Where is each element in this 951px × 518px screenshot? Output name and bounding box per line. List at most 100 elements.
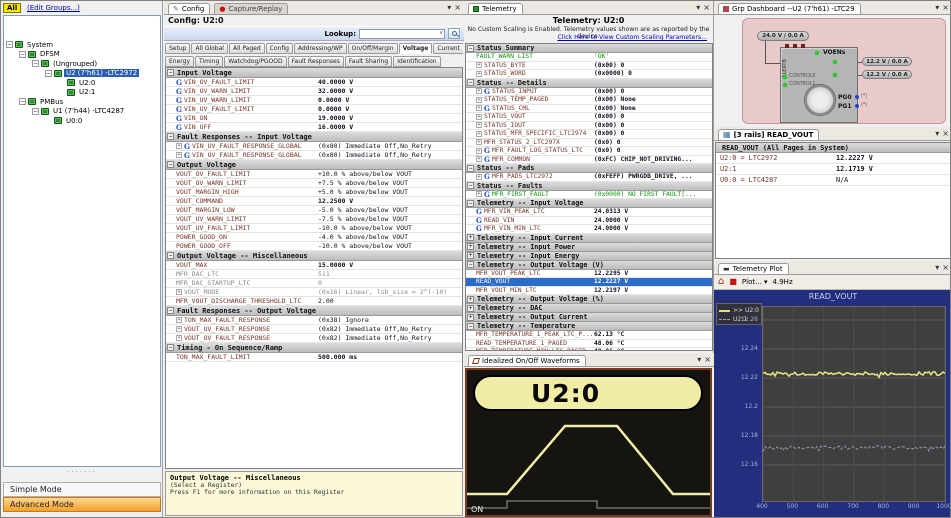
config-tab-all-global[interactable]: All Global — [191, 43, 228, 54]
tree-item[interactable]: −U2 (7'h61) -LTC2972 — [4, 69, 160, 79]
register-row[interactable]: +STATUS_MFR_SPECIFIC_LTC2974(0x00) 0 — [466, 130, 712, 139]
register-section-header[interactable]: +Telemetry -- Input Power — [466, 243, 712, 252]
section-expand-icon[interactable]: − — [467, 45, 474, 52]
simple-mode-button[interactable]: Simple Mode — [3, 482, 161, 497]
register-row[interactable]: +GSTATUS_CML(0x00) None — [466, 105, 712, 114]
register-section-header[interactable]: +Telemetry -- Output Voltage (%) — [466, 295, 712, 304]
register-row[interactable]: FAULT_WARN_LIST'OK' — [466, 53, 712, 62]
tree-item[interactable]: −(Ungrouped) — [4, 59, 160, 69]
tree-item[interactable]: U2:0 — [4, 78, 160, 88]
config-tab-current[interactable]: Current — [433, 43, 463, 54]
section-expand-icon[interactable]: + — [467, 252, 474, 259]
pin-menu-icon[interactable]: ▾ — [935, 264, 939, 272]
section-expand-icon[interactable]: − — [467, 79, 474, 86]
register-row[interactable]: VOUT_MARGIN_HIGH+5.0 % above/below VOUT — [166, 188, 462, 197]
register-row[interactable]: VOUT_OV_WARN_LIMIT+7.5 % above/below VOU… — [166, 179, 462, 188]
custom-scaling-link[interactable]: Click Here to View Custom Scaling Parame… — [557, 34, 707, 41]
register-row[interactable]: MFR_TEMPERATURE_MIN_LTC_PAGED48.06 °C — [466, 348, 712, 351]
tab-waveforms[interactable]: Idealized On/Off Waveforms — [468, 355, 586, 366]
section-expand-icon[interactable]: + — [467, 305, 474, 312]
section-expand-icon[interactable]: + — [467, 243, 474, 250]
config-tab-watchdog-pgood[interactable]: Watchdog/PGOOD — [224, 56, 286, 67]
register-section-header[interactable]: −Status Summary — [466, 44, 712, 53]
section-expand-icon[interactable]: − — [167, 344, 174, 351]
advanced-mode-button[interactable]: Advanced Mode — [3, 497, 161, 512]
register-row[interactable]: VOUT_OV_FAULT_LIMIT+10.0 % above/below V… — [166, 170, 462, 179]
close-icon[interactable]: × — [942, 264, 949, 272]
register-row[interactable]: VOUT_UV_FAULT_LIMIT-10.0 % above/below V… — [166, 224, 462, 233]
close-icon[interactable]: × — [942, 130, 949, 138]
config-tab-on-off-margin[interactable]: On/Off/Margin — [348, 43, 398, 54]
register-row[interactable]: VOUT_UV_WARN_LIMIT-7.5 % above/below VOU… — [166, 215, 462, 224]
lookup-input[interactable] — [359, 29, 445, 39]
section-expand-icon[interactable]: − — [167, 69, 174, 76]
tree-item[interactable]: U2:1 — [4, 88, 160, 98]
section-expand-icon[interactable]: − — [467, 182, 474, 189]
tab-telemetry-plot[interactable]: ▬ Telemetry Plot — [718, 263, 789, 274]
register-row[interactable]: +GMFR_PADS_LTC2972(0xFEFF) PWRGDB_DRIVE,… — [466, 173, 712, 182]
register-row[interactable]: +GMFR_COMMON(0xFC) CHIP_NOT_DRIVING... — [466, 156, 712, 165]
tab-dashboard[interactable]: Grp Dashboard --U2 (7'h61) -LTC29 — [718, 3, 861, 14]
edit-groups-link[interactable]: (Edit Groups...) — [27, 4, 80, 12]
register-section-header[interactable]: +Telemetry -- DAC — [466, 304, 712, 313]
row-expand-icon[interactable]: + — [476, 62, 482, 68]
register-row[interactable]: +STATUS_WORD(0x0000) 0 — [466, 70, 712, 79]
register-section-header[interactable]: −Fault Responses -- Output Voltage — [166, 306, 462, 316]
register-row[interactable]: +STATUS_VOUT(0x00) 0 — [466, 113, 712, 122]
register-row[interactable]: GVIN_UV_FAULT_LIMIT0.0000 V — [166, 105, 462, 114]
pin-menu-icon[interactable]: ▾ — [935, 130, 939, 138]
tree-item[interactable]: U0:0 — [4, 116, 160, 126]
register-row[interactable]: MFR_VOUT_DISCHARGE_THRESHOLD_LTC2.00 — [166, 297, 462, 306]
row-expand-icon[interactable]: + — [476, 139, 482, 145]
all-groups-badge[interactable]: All — [3, 3, 21, 13]
config-tab-addressing-wp[interactable]: Addressing/WP — [294, 43, 347, 54]
pin-menu-icon[interactable]: ▾ — [696, 4, 700, 12]
row-expand-icon[interactable]: + — [476, 105, 482, 111]
tree-expand-icon[interactable]: − — [19, 51, 26, 58]
tab-read-vout[interactable]: ▦ [3 rails] READ_VOUT — [718, 129, 819, 140]
row-expand-icon[interactable]: + — [476, 191, 482, 197]
section-expand-icon[interactable]: − — [467, 165, 474, 172]
register-section-header[interactable]: +Telemetry -- Input Current — [466, 234, 712, 243]
section-expand-icon[interactable]: − — [467, 200, 474, 207]
register-section-header[interactable]: −Timing - On Sequence/Ramp — [166, 343, 462, 353]
section-expand-icon[interactable]: − — [167, 133, 174, 140]
register-row[interactable]: READ_TEMPERATURE_1_PAGED48.06 °C — [466, 340, 712, 349]
section-expand-icon[interactable]: + — [467, 314, 474, 321]
register-section-header[interactable]: +Telemetry -- Output Current — [466, 313, 712, 322]
row-expand-icon[interactable]: + — [476, 131, 482, 137]
row-expand-icon[interactable]: + — [476, 156, 482, 162]
register-row[interactable]: +STATUS_IOUT(0x00) 0 — [466, 122, 712, 131]
register-row[interactable]: VOUT_MAX15.0000 V — [166, 261, 462, 270]
row-expand-icon[interactable]: + — [176, 152, 182, 158]
config-tab-voltage[interactable]: Voltage — [399, 43, 433, 54]
register-row[interactable]: POWER_GOOD_ON-4.0 % above/below VOUT — [166, 233, 462, 242]
row-expand-icon[interactable]: + — [476, 122, 482, 128]
register-row[interactable]: MFR_VOUT_MIN_LTC12.2197 V — [466, 287, 712, 296]
pin-menu-icon[interactable]: ▾ — [935, 4, 939, 12]
section-expand-icon[interactable]: − — [467, 261, 474, 268]
register-row[interactable]: POWER_GOOD_OFF-10.0 % above/below VOUT — [166, 242, 462, 251]
section-expand-icon[interactable]: − — [167, 252, 174, 259]
tab-config[interactable]: ✎ Config — [168, 3, 210, 14]
register-row[interactable]: +VOUT_OV_FAULT_RESPONSE(0x82) Immediate … — [166, 334, 462, 343]
close-icon[interactable]: × — [942, 4, 949, 12]
register-row[interactable]: READ_VOUT12.2227 V — [466, 278, 712, 287]
config-tab-all-paged[interactable]: All Paged — [229, 43, 265, 54]
row-expand-icon[interactable]: + — [176, 289, 182, 295]
config-tab-fault-responses[interactable]: Fault Responses — [288, 56, 344, 67]
register-row[interactable]: GMFR_VIN_MIN_LTC24.0000 V — [466, 225, 712, 234]
section-expand-icon[interactable]: − — [167, 307, 174, 314]
register-row[interactable]: MFR_DAC_LTC511 — [166, 270, 462, 279]
tree-item[interactable]: −PMBus — [4, 97, 160, 107]
register-row[interactable]: MFR_VOUT_PEAK_LTC12.2295 V — [466, 270, 712, 279]
close-icon[interactable]: × — [454, 4, 461, 12]
row-expand-icon[interactable]: + — [176, 317, 182, 323]
register-row[interactable]: +VOUT_UV_FAULT_RESPONSE(0x82) Immediate … — [166, 325, 462, 334]
config-tab-identification[interactable]: Identification — [393, 56, 440, 67]
register-row[interactable]: +VOUT_MODE(0x16) Linear, lsb_size = 2^(-… — [166, 288, 462, 297]
section-expand-icon[interactable]: + — [467, 296, 474, 303]
register-row[interactable]: +GSTATUS_INPUT(0x00) 0 — [466, 88, 712, 97]
section-expand-icon[interactable]: − — [467, 323, 474, 330]
plot-menu-button[interactable]: Plot... ▾ — [742, 278, 768, 286]
